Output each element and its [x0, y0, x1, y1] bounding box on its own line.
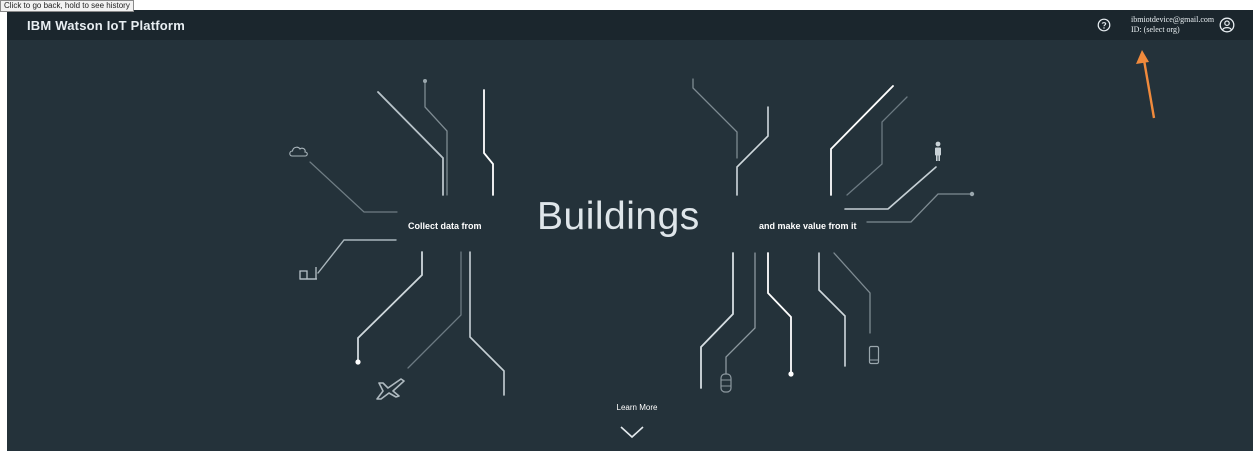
orange-arrow-annotation — [1136, 50, 1156, 119]
car-icon — [720, 373, 732, 393]
right-caption: and make value from it — [759, 221, 857, 231]
hero-heading: Buildings — [537, 195, 700, 238]
chevron-down-icon[interactable] — [619, 425, 645, 439]
cloud-icon — [289, 146, 308, 157]
airplane-icon — [376, 378, 405, 400]
app-frame: IBM Watson IoT Platform ibmiotdevice@gma… — [7, 10, 1253, 451]
factory-icon — [299, 267, 317, 280]
learn-more-link[interactable]: Learn More — [607, 403, 667, 412]
left-caption: Collect data from — [408, 221, 482, 231]
person-icon — [935, 141, 941, 161]
back-tooltip: Click to go back, hold to see history — [0, 0, 134, 12]
mobile-phone-icon — [868, 345, 880, 365]
